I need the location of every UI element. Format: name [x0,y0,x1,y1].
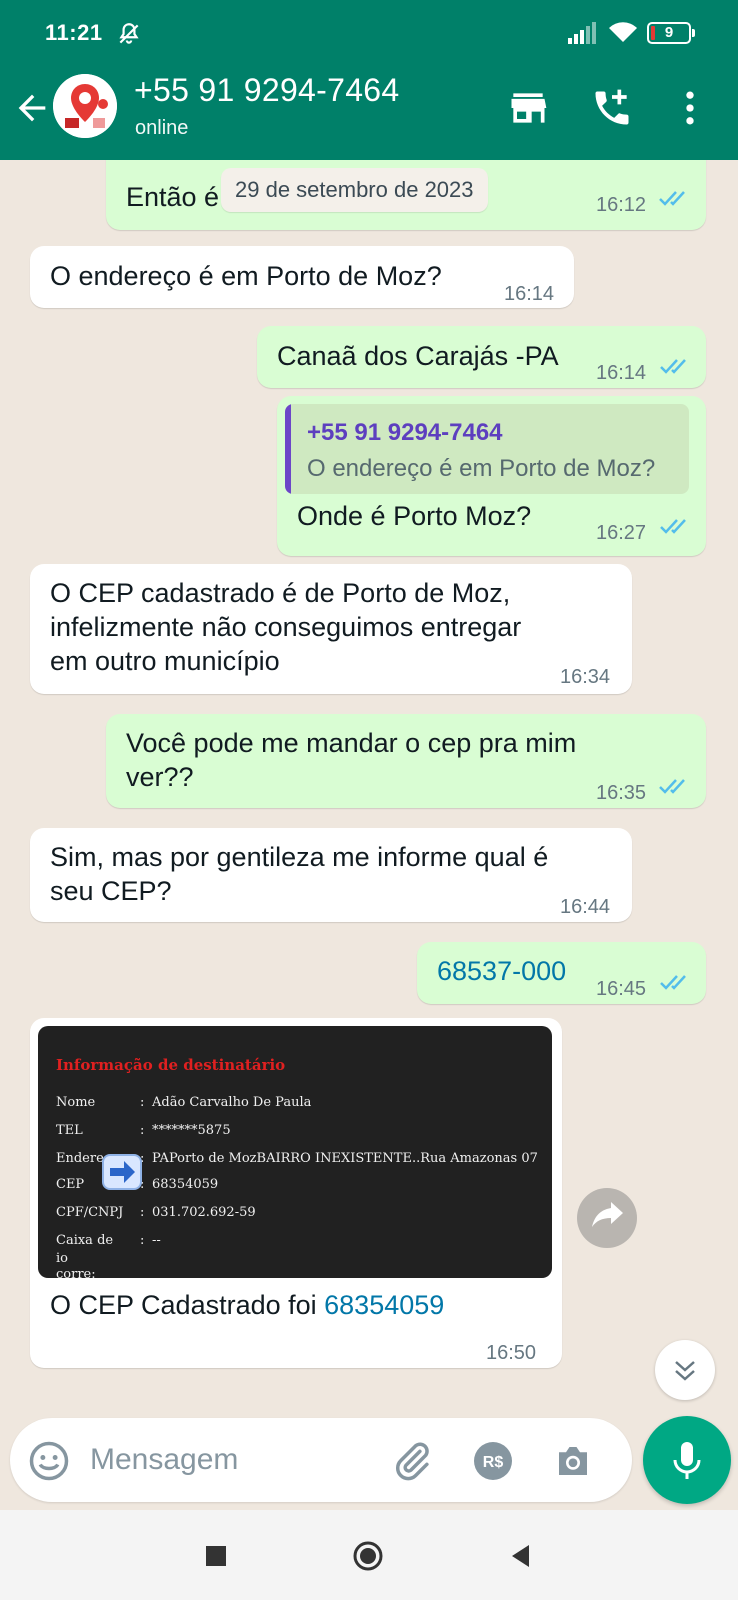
recents-square-icon[interactable] [200,1540,232,1572]
message-time: 16:45 [596,978,647,1000]
message-text: Canaã dos Carajás -PA [277,341,559,371]
read-ticks-icon [659,779,685,794]
message-incoming-image[interactable]: Informação de destinatário Nome : Adão C… [30,1018,562,1368]
card-value: 031.702.692-59 [152,1205,256,1220]
card-label: io [56,1251,68,1266]
message-composer: R$ [10,1418,632,1502]
message-line: seu CEP? [50,876,172,906]
card-title: Informação de destinatário [56,1056,286,1074]
avatar-logo-icon [53,74,117,138]
back-triangle-icon[interactable] [505,1540,537,1572]
cep-link[interactable]: 68354059 [324,1290,444,1320]
message-time: 16:34 [560,666,611,688]
message-line: O CEP cadastrado é de Porto de Moz, [50,578,511,608]
read-ticks-icon [660,359,686,374]
forward-icon [592,1202,623,1227]
more-vert-icon[interactable] [668,86,712,130]
message-time: 16:12 [596,194,647,216]
wifi-icon [609,22,637,42]
mute-icon [119,23,139,44]
image-attachment[interactable]: Informação de destinatário Nome : Adão C… [38,1026,552,1282]
message-time: 16:14 [504,283,555,305]
read-ticks-icon [659,191,685,206]
system-nav-bar [0,1510,738,1600]
message-time: 16:35 [596,782,647,804]
message-incoming[interactable]: O endereço é em Porto de Moz? 16:14 [30,246,574,308]
message-outgoing[interactable]: Canaã dos Carajás -PA 16:14 [257,326,706,388]
message-line: em outro município [50,646,280,676]
battery-icon: 9 [647,22,695,44]
forward-button[interactable] [577,1188,637,1248]
message-input[interactable] [90,1440,390,1480]
arrow-right-icon [102,1154,142,1190]
message-incoming[interactable]: O CEP cadastrado é de Porto de Moz, infe… [30,564,632,694]
avatar[interactable] [53,74,117,138]
microphone-icon [673,1442,701,1479]
voice-record-button[interactable] [643,1416,731,1504]
message-outgoing[interactable]: Você pode me mandar o cep pra mim ver?? … [106,714,706,808]
camera-icon[interactable] [552,1440,594,1482]
image-caption: O CEP Cadastrado foi 68354059 [50,1288,444,1322]
message-line: Você pode me mandar o cep pra mim [126,728,577,758]
double-chevron-down-icon [675,1361,695,1381]
payment-icon[interactable]: R$ [472,1440,514,1482]
quoted-text: O endereço é em Porto de Moz? [307,455,656,482]
phone-number-link[interactable]: 68537-000 [437,954,566,988]
battery-level: 9 [664,24,674,41]
signal-icon [568,22,596,44]
chat-header: 11:21 9 +55 91 9294-7464 online [0,0,738,160]
store-icon[interactable] [506,86,550,130]
add-call-icon[interactable] [590,86,634,130]
contact-status: online [135,117,189,139]
emoji-icon[interactable] [28,1440,70,1482]
message-time: 16:50 [486,1342,537,1364]
status-bar: 11:21 9 [0,0,738,66]
message-line: infelizmente não conseguimos entregar [50,612,522,642]
read-ticks-icon [660,519,686,534]
home-circle-icon[interactable] [352,1540,384,1572]
back-arrow-icon[interactable] [12,88,52,128]
date-chip: 29 de setembro de 2023 [221,168,488,212]
attach-icon[interactable] [391,1440,433,1482]
status-time: 11:21 [45,20,103,45]
message-outgoing[interactable]: 68537-000 16:45 [417,942,706,1004]
caption-text: O CEP Cadastrado foi [50,1290,325,1320]
read-ticks-icon [660,975,686,990]
message-incoming[interactable]: Sim, mas por gentileza me informe qual é… [30,828,632,922]
message-line: Sim, mas por gentileza me informe qual é [50,842,549,872]
message-line: ver?? [126,762,194,792]
scroll-to-bottom-button[interactable] [655,1340,715,1400]
message-time: 16:14 [596,362,647,384]
message-text: Onde é Porto Moz? [297,501,532,531]
quoted-sender: +55 91 9294-7464 [307,419,503,446]
contact-name[interactable]: +55 91 9294-7464 [134,72,400,109]
message-time: 16:27 [596,522,647,544]
message-time: 16:44 [560,896,611,918]
message-text: O endereço é em Porto de Moz? [50,261,442,291]
svg-text:R$: R$ [483,1454,504,1471]
message-outgoing-reply[interactable]: +55 91 9294-7464 O endereço é em Porto d… [277,396,706,556]
quoted-message[interactable]: +55 91 9294-7464 O endereço é em Porto d… [285,404,689,494]
